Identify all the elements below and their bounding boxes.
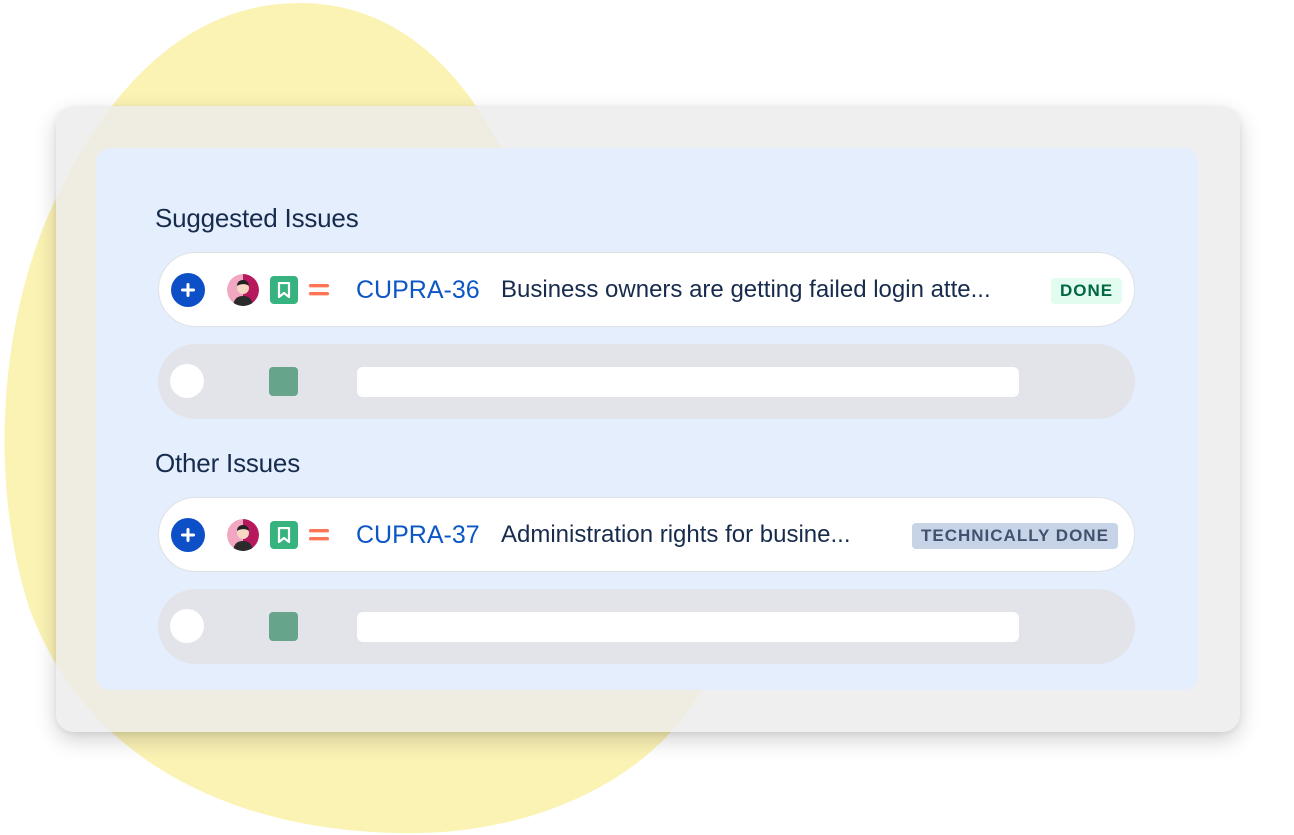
- placeholder-circle: [170, 609, 204, 643]
- issue-row-cupra-37[interactable]: CUPRA-37 Administration rights for busin…: [158, 497, 1135, 572]
- add-icon[interactable]: [171, 518, 205, 552]
- priority-medium-icon: [308, 527, 330, 543]
- issue-summary[interactable]: Business owners are getting failed login…: [501, 273, 991, 307]
- issue-summary[interactable]: Administration rights for busine...: [501, 518, 851, 552]
- issue-row-cupra-36[interactable]: CUPRA-36 Business owners are getting fai…: [158, 252, 1135, 327]
- add-icon[interactable]: [171, 273, 205, 307]
- story-icon: [270, 276, 298, 304]
- placeholder-square: [269, 612, 298, 641]
- assignee-avatar: [227, 274, 259, 306]
- placeholder-row: [158, 589, 1135, 664]
- issue-key-link[interactable]: CUPRA-36: [356, 273, 480, 307]
- priority-medium-icon: [308, 282, 330, 298]
- placeholder-bar: [357, 367, 1019, 397]
- other-issues-heading: Other Issues: [155, 448, 300, 478]
- status-badge: DONE: [1051, 278, 1123, 304]
- status-badge: TECHNICALLY DONE: [912, 523, 1118, 549]
- placeholder-circle: [170, 364, 204, 398]
- issue-key-link[interactable]: CUPRA-37: [356, 518, 480, 552]
- assignee-avatar: [227, 519, 259, 551]
- placeholder-bar: [357, 612, 1019, 642]
- story-icon: [270, 521, 298, 549]
- placeholder-square: [269, 367, 298, 396]
- placeholder-row: [158, 344, 1135, 419]
- suggested-issues-heading: Suggested Issues: [155, 203, 359, 233]
- issue-picker-illustration: Suggested Issues CUPRA-36 Business owner…: [0, 0, 1294, 835]
